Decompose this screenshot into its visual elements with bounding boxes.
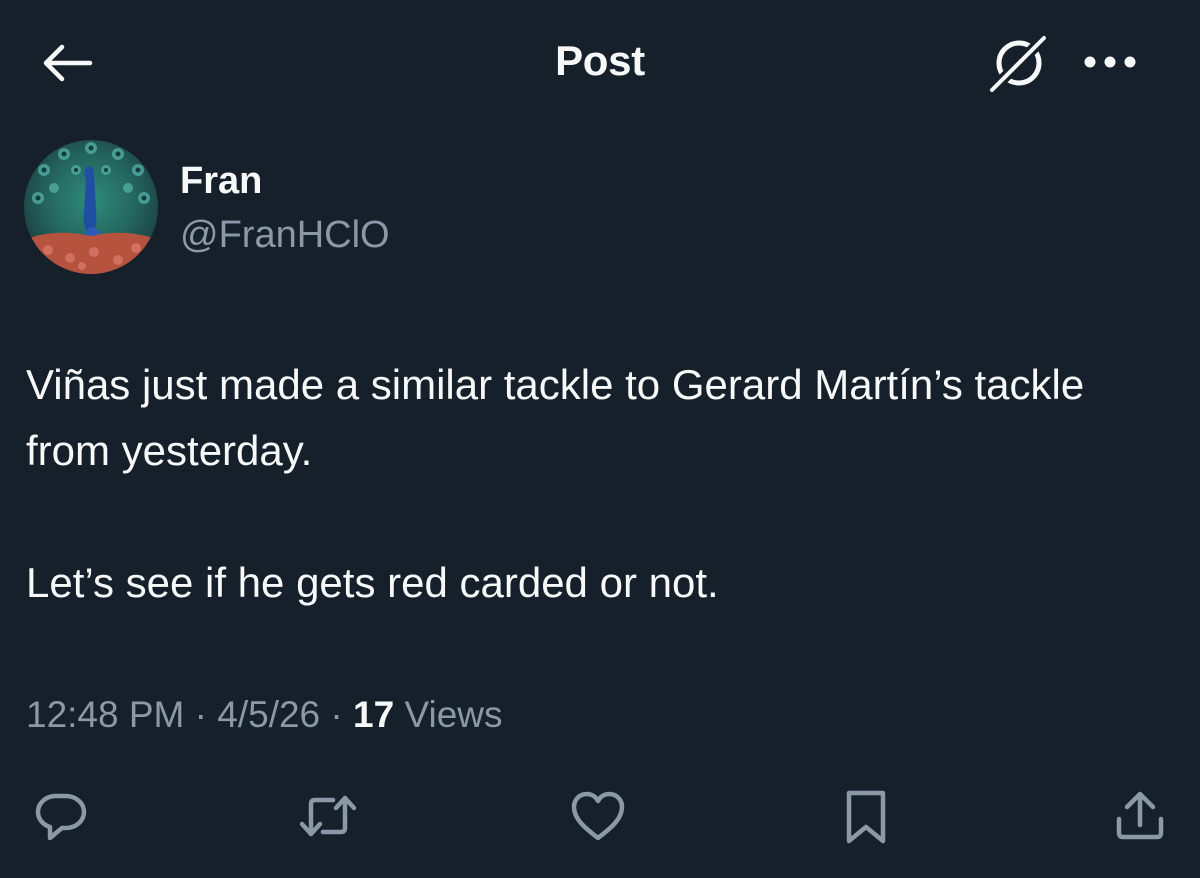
action-bar (0, 780, 1200, 860)
more-dots-icon (1084, 56, 1136, 68)
reply-button[interactable] (24, 780, 96, 852)
more-options-button[interactable] (1078, 40, 1142, 84)
like-button[interactable] (562, 780, 634, 852)
share-icon (1116, 791, 1164, 840)
post-body: Viñas just made a similar tackle to Gera… (26, 352, 1176, 616)
avatar[interactable] (24, 140, 158, 274)
author-display-name[interactable]: Fran (180, 160, 262, 203)
views-label: Views (394, 694, 503, 735)
grok-icon (986, 32, 1050, 96)
reply-icon (35, 793, 87, 841)
heart-icon (571, 791, 625, 841)
repost-button[interactable] (292, 780, 364, 852)
bookmark-button[interactable] (830, 780, 902, 852)
post-paragraph: Viñas just made a similar tackle to Gera… (26, 361, 1085, 474)
post-date[interactable]: 4/5/26 (217, 694, 320, 735)
repost-icon (299, 795, 357, 837)
post-author: Fran @FranHClO (24, 140, 724, 280)
post-time[interactable]: 12:48 PM (26, 694, 184, 735)
top-bar: Post (0, 0, 1200, 124)
share-button[interactable] (1104, 780, 1176, 852)
meta-separator: · (184, 694, 218, 735)
views-count[interactable]: 17 (353, 694, 394, 735)
grok-button[interactable] (986, 30, 1052, 96)
meta-separator: · (320, 694, 354, 735)
bookmark-icon (846, 790, 886, 844)
author-handle[interactable]: @FranHClO (180, 214, 390, 257)
post-meta: 12:48 PM · 4/5/26 · 17 Views (26, 694, 503, 736)
post-paragraph: Let’s see if he gets red carded or not. (26, 559, 719, 606)
peacock-avatar-image (24, 140, 158, 274)
